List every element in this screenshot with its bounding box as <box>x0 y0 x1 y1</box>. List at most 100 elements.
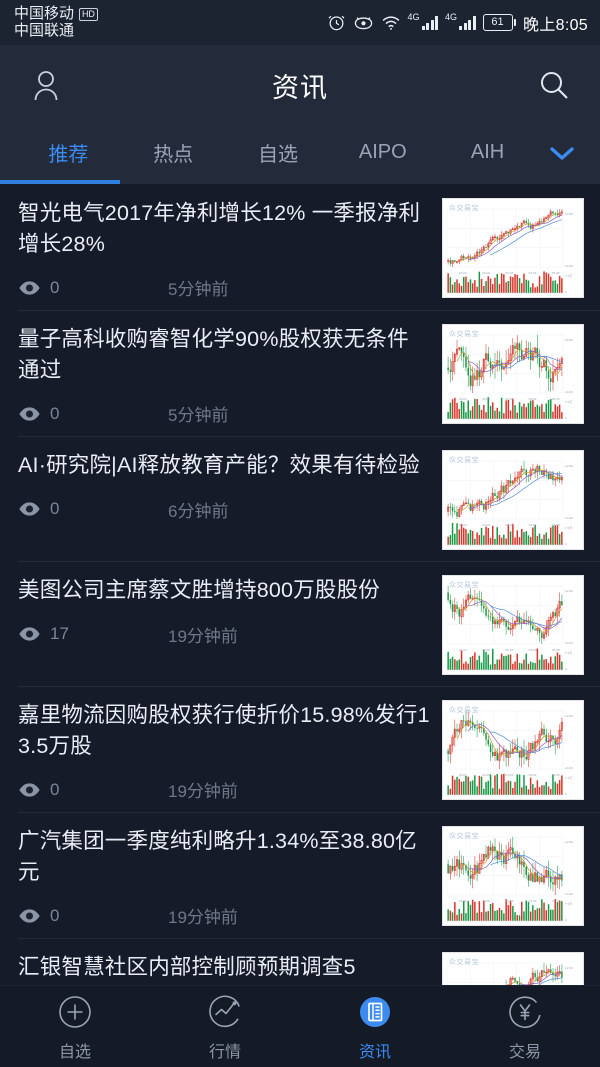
news-document-icon <box>360 996 390 1027</box>
svg-text:03-02: 03-02 <box>482 271 490 275</box>
status-icons: 4G 4G 61 晚上8:05 <box>327 11 588 35</box>
tab-tuijian[interactable]: 推荐 <box>16 138 121 167</box>
eye-icon <box>19 627 40 641</box>
news-item[interactable]: 量子高科收购睿智化学90%股权获无条件通过 0 5分钟前 03-01 03-02 03-0… <box>0 310 600 436</box>
signal-bars-primary <box>421 15 439 30</box>
news-thumbnail-chart[interactable]: 03-01 03-02 03-03 03-04 03-05 12.60 10.20 7.5万 0… <box>442 450 584 551</box>
signal-bars-secondary <box>459 15 476 30</box>
person-icon <box>34 70 58 100</box>
svg-text:03-03: 03-03 <box>505 899 513 903</box>
carrier-primary-row: 中国移动 HD <box>14 6 98 22</box>
news-meta: 0 19分钟前 <box>18 777 430 802</box>
svg-text:03-05: 03-05 <box>552 271 560 275</box>
nav-item-jiaoyi[interactable]: 交易 <box>450 992 600 1062</box>
signal-4g-icon: 4G <box>408 13 439 30</box>
news-title: 广汽集团一季度纯利略升1.34%至38.80亿元 <box>18 829 417 884</box>
eye-icon <box>19 280 40 295</box>
tabs-expand-button[interactable] <box>540 143 584 163</box>
news-item[interactable]: 美图公司主席蔡文胜增持800万股股份 17 19分钟前 03-01 03-02 03-03… <box>0 561 600 686</box>
news-item-content: 汇银智慧社区内部控制顾预期调查5 <box>18 952 442 983</box>
svg-text:7.5万: 7.5万 <box>565 902 572 906</box>
news-views-count: 0 <box>50 905 60 925</box>
news-time: 5分钟前 <box>168 280 229 300</box>
svg-text:7.5万: 7.5万 <box>565 526 572 530</box>
svg-text:03-01: 03-01 <box>459 523 467 527</box>
battery-icon: 61 <box>482 14 517 31</box>
svg-text:03-01: 03-01 <box>459 773 467 777</box>
nav-item-zixun[interactable]: 资讯 <box>300 992 450 1062</box>
news-meta: 0 5分钟前 <box>18 401 430 426</box>
news-thumbnail-chart[interactable]: 03-01 03-02 03-03 03-04 03-05 12.60 10.20 7.5万 0… <box>442 575 584 676</box>
nav-item-zixuan[interactable]: 自选 <box>0 992 150 1062</box>
news-item[interactable]: 嘉里物流因购股权获行使折价15.98%发行13.5万股 0 19分钟前 03-01 03… <box>0 686 600 812</box>
carrier-primary-label: 中国移动 <box>14 5 75 23</box>
news-thumbnail-chart[interactable]: 03-01 03-02 03-03 03-04 03-05 12.60 10.20 7.5万 0… <box>442 324 584 425</box>
news-title: 量子高科收购睿智化学90%股权获无条件通过 <box>18 327 409 382</box>
svg-text:03-05: 03-05 <box>552 523 560 527</box>
thumbnail-watermark: 众交易宝 <box>449 707 479 715</box>
nav-label-hangqing: 行情 <box>208 1043 241 1061</box>
svg-text:0: 0 <box>565 667 567 671</box>
news-title: 智光电气2017年净利增长12% 一季报净利增长28% <box>18 201 421 256</box>
news-thumbnail-chart[interactable]: 03-01 03-02 03-03 03-04 03-05 12.60 10.20 7.5万 0… <box>442 198 584 298</box>
svg-text:03-04: 03-04 <box>529 397 537 401</box>
svg-text:10.20: 10.20 <box>565 264 573 268</box>
search-button[interactable] <box>532 63 576 107</box>
news-item[interactable]: 广汽集团一季度纯利略升1.34%至38.80亿元 0 19分钟前 03-01 03-02… <box>0 812 600 938</box>
app-header: 资讯 <box>0 45 600 125</box>
svg-text:03-04: 03-04 <box>529 523 537 527</box>
svg-text:03-04: 03-04 <box>529 648 537 652</box>
news-item-content: 量子高科收购睿智化学90%股权获无条件通过 0 5分钟前 <box>18 324 442 426</box>
news-views: 0 <box>18 278 168 298</box>
tab-aipo[interactable]: AIPO <box>330 141 435 164</box>
thumbnail-watermark: 众交易宝 <box>449 833 479 841</box>
eye-care-icon <box>354 17 372 30</box>
news-title: 美图公司主席蔡文胜增持800万股股份 <box>18 578 380 603</box>
svg-text:12.60: 12.60 <box>565 840 573 844</box>
news-views-count: 17 <box>50 624 69 644</box>
svg-text:10.20: 10.20 <box>565 892 573 896</box>
news-views: 17 <box>18 624 168 644</box>
svg-text:03-03: 03-03 <box>505 773 513 777</box>
news-thumbnail-chart[interactable]: 03-01 03-02 03-03 03-04 03-05 12.60 10.20 7.5万 0… <box>442 826 584 927</box>
thumbnail-watermark: 众交易宝 <box>449 331 479 339</box>
news-list[interactable]: 智光电气2017年净利增长12% 一季报净利增长28% 0 5分钟前 03-01 03-… <box>0 184 600 1064</box>
news-item-content: 美图公司主席蔡文胜增持800万股股份 17 19分钟前 <box>18 575 442 647</box>
plus-circle-icon <box>59 995 91 1028</box>
eye-icon <box>19 782 40 797</box>
tab-redian[interactable]: 热点 <box>121 138 226 167</box>
svg-text:10.20: 10.20 <box>565 641 573 645</box>
news-thumbnail-chart[interactable]: 03-01 03-02 03-03 03-04 03-05 12.60 10.20 7.5万 0… <box>442 700 584 801</box>
svg-text:03-03: 03-03 <box>505 397 513 401</box>
signal-4g-secondary-icon: 4G <box>445 13 476 30</box>
tab-aih[interactable]: AIH <box>435 141 540 164</box>
yen-circle-icon <box>509 995 541 1028</box>
nav-item-hangqing[interactable]: 行情 <box>150 992 300 1062</box>
svg-text:0: 0 <box>565 416 567 420</box>
tab-zixuan[interactable]: 自选 <box>226 138 331 167</box>
svg-text:03-03: 03-03 <box>505 648 513 652</box>
news-app-screen: 中国移动 HD 中国联通 4G 4G 61 晚上8:05 资讯 推荐 热点 自选… <box>0 0 600 1067</box>
battery-percent-label: 61 <box>482 14 513 31</box>
news-views: 0 <box>18 499 168 519</box>
category-tabs: 推荐 热点 自选 AIPO AIH <box>0 125 600 180</box>
news-time: 19分钟前 <box>168 908 238 928</box>
news-time: 6分钟前 <box>168 501 229 521</box>
svg-text:03-01: 03-01 <box>459 397 467 401</box>
carrier-secondary-label: 中国联通 <box>14 21 75 39</box>
news-views-count: 0 <box>50 277 60 297</box>
news-item-content: 嘉里物流因购股权获行使折价15.98%发行13.5万股 0 19分钟前 <box>18 700 442 802</box>
bottom-navigation: 自选 行情 资讯 交易 <box>0 985 600 1067</box>
page-title: 资讯 <box>272 72 328 103</box>
battery-tip <box>513 19 517 26</box>
svg-text:03-02: 03-02 <box>482 773 490 777</box>
news-meta: 0 6分钟前 <box>18 497 430 522</box>
svg-text:03-02: 03-02 <box>482 523 490 527</box>
chart-circle-icon <box>209 995 240 1027</box>
news-item[interactable]: 智光电气2017年净利增长12% 一季报净利增长28% 0 5分钟前 03-01 03-… <box>0 184 600 310</box>
status-bar: 中国移动 HD 中国联通 4G 4G 61 晚上8:05 <box>0 0 600 45</box>
profile-button[interactable] <box>24 63 68 107</box>
nav-label-zixuan: 自选 <box>58 1043 91 1061</box>
news-views: 0 <box>18 404 168 424</box>
news-item[interactable]: AI·研究院|AI释放教育产能？效果有待检验 0 6分钟前 03-01 03-02 03-… <box>0 436 600 561</box>
